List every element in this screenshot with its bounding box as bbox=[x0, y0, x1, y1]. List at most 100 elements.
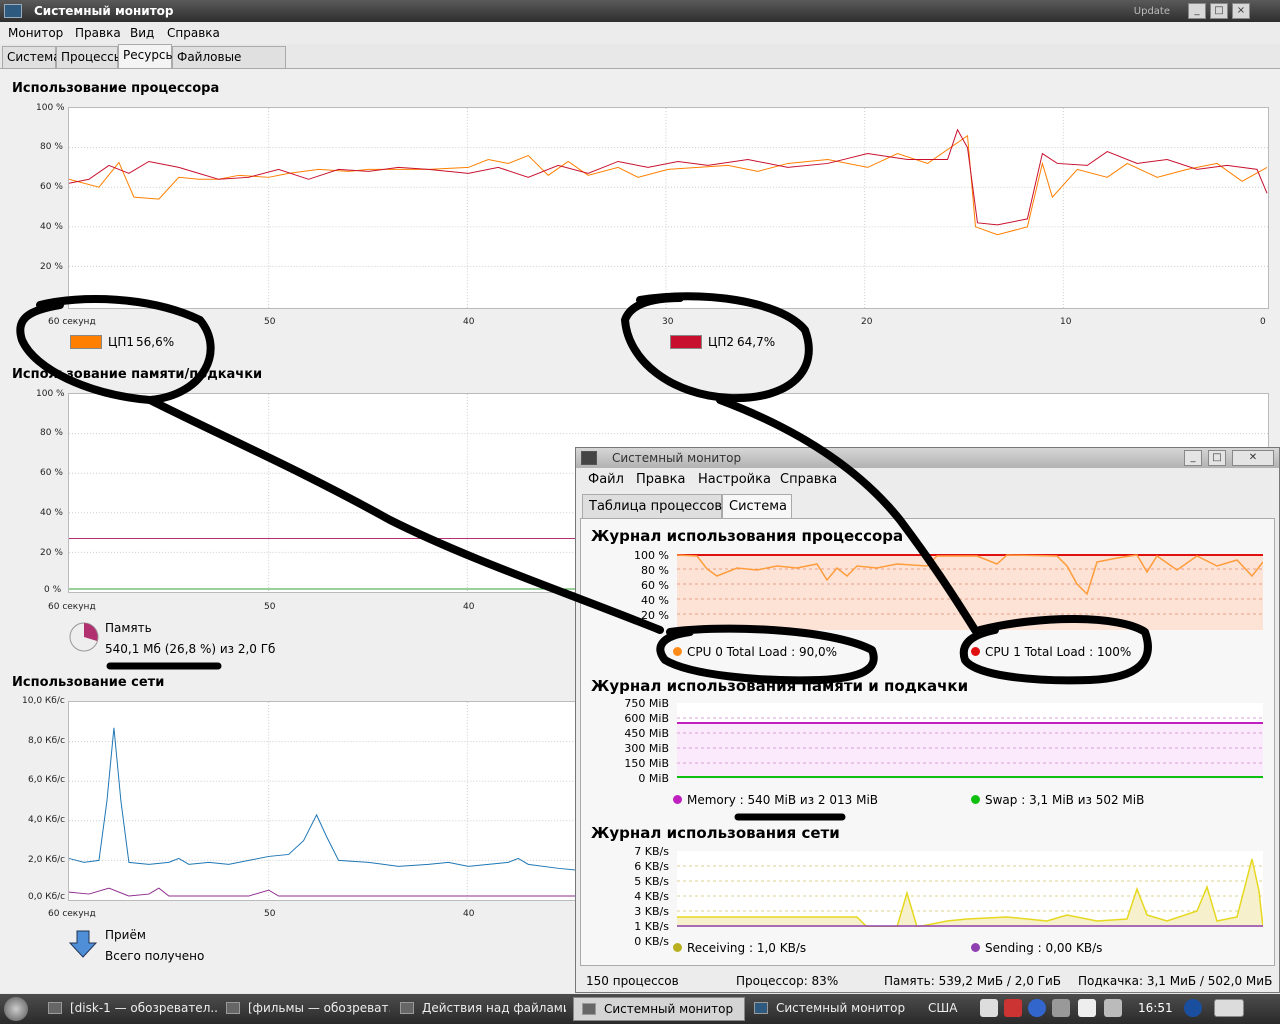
mem-x-tick: 50 bbox=[264, 602, 276, 612]
cpu-x-tick: 40 bbox=[463, 317, 475, 327]
keyboard-layout-indicator[interactable]: США bbox=[928, 997, 958, 1021]
receiving-color-dot bbox=[673, 943, 682, 952]
network-tray-icon[interactable] bbox=[1028, 999, 1046, 1017]
mem-y-tick: 80 % bbox=[40, 428, 63, 438]
window2-titlebar[interactable]: Системный монитор _ □ ✕ bbox=[576, 448, 1279, 468]
cpu-y-tick: 60 % bbox=[40, 182, 63, 192]
cpu-y-tick: 40 % bbox=[40, 222, 63, 232]
net-y-tick: 4,0 Кб/с bbox=[28, 815, 66, 825]
taskbar-button-system-monitor[interactable]: Системный монитор bbox=[754, 997, 920, 1021]
w2-net-y-tick: 3 KB/s bbox=[634, 905, 669, 918]
memory-color-dot bbox=[673, 795, 682, 804]
notes-tray-icon[interactable] bbox=[1078, 999, 1096, 1017]
memory-pie-icon[interactable] bbox=[68, 621, 100, 653]
w2-mem-y-tick: 0 MiB bbox=[638, 772, 669, 785]
cpu1-color-swatch[interactable] bbox=[70, 335, 102, 349]
clipboard-tray-icon[interactable] bbox=[980, 999, 998, 1017]
w2-net-y-tick: 6 KB/s bbox=[634, 860, 669, 873]
tab-process-table[interactable]: Таблица процессов bbox=[582, 494, 722, 518]
mem-x-tick: 40 bbox=[463, 602, 475, 612]
network-section-title: Использование сети bbox=[12, 675, 165, 690]
window2-system-panel: Журнал использования процессора 100 % 80… bbox=[580, 518, 1275, 966]
taskbar-button-file-operations[interactable]: Действия над файлами bbox=[400, 997, 566, 1021]
cpu-x-tick: 10 bbox=[1060, 317, 1072, 327]
menu-edit-2[interactable]: Правка bbox=[636, 472, 685, 487]
tab-resources[interactable]: Ресурсы bbox=[118, 44, 175, 68]
taskbar-button-system-monitor-active[interactable]: Системный монитор bbox=[573, 997, 745, 1021]
menu-help[interactable]: Справка bbox=[167, 26, 220, 40]
mem-y-tick: 20 % bbox=[40, 548, 63, 558]
system-monitor-window-2: Системный монитор _ □ ✕ Файл Правка Наст… bbox=[575, 447, 1280, 993]
w2-mem-y-tick: 150 MiB bbox=[624, 757, 669, 770]
monitor-icon bbox=[582, 1003, 596, 1015]
w2-cpu-y-tick: 20 % bbox=[641, 609, 669, 622]
w2-cpu-y-tick: 80 % bbox=[641, 564, 669, 577]
window2-maximize-button[interactable]: □ bbox=[1208, 450, 1226, 466]
cpu-x-tick: 30 bbox=[662, 317, 674, 327]
receive-arrow-icon bbox=[68, 930, 98, 958]
w2-net-y-tick: 4 KB/s bbox=[634, 890, 669, 903]
net-y-tick: 10,0 Кб/с bbox=[22, 696, 65, 706]
memory-history-title: Журнал использования памяти и подкачки bbox=[591, 677, 969, 695]
cpu-x-tick: 0 bbox=[1260, 317, 1266, 327]
tab-filesystems[interactable]: Файловые системы bbox=[172, 46, 286, 78]
tab-system-2[interactable]: Система bbox=[722, 494, 792, 518]
cpu-y-tick: 20 % bbox=[40, 262, 63, 272]
w2-mem-y-tick: 600 MiB bbox=[624, 712, 669, 725]
total-received-label: Всего получено bbox=[105, 949, 205, 963]
w2-memory-history-graph bbox=[677, 703, 1263, 779]
taskbar-button-films[interactable]: [фильмы — обозреват... bbox=[226, 997, 390, 1021]
maximize-button[interactable]: □ bbox=[1210, 3, 1228, 19]
cpu-x-tick: 50 bbox=[264, 317, 276, 327]
mem-y-tick: 100 % bbox=[36, 389, 65, 399]
memory-section-title: Использование памяти/подкачки bbox=[12, 367, 263, 382]
w2-net-y-tick: 5 KB/s bbox=[634, 875, 669, 888]
start-menu-button[interactable] bbox=[4, 997, 28, 1021]
globe-tray-icon[interactable] bbox=[1184, 999, 1202, 1017]
cpu1-legend-value: 56,6% bbox=[136, 335, 175, 349]
update-widget-label: Update bbox=[1133, 6, 1170, 17]
net-y-tick: 2,0 Кб/с bbox=[28, 855, 66, 865]
tab-processes[interactable]: Процессы bbox=[56, 46, 123, 68]
monitor-icon bbox=[581, 451, 597, 465]
sending-legend: Sending : 0,00 KB/s bbox=[971, 941, 1102, 955]
clock[interactable]: 16:51 bbox=[1138, 997, 1178, 1021]
cpu-history-graph bbox=[68, 107, 1269, 309]
calendar-tray-icon[interactable] bbox=[1004, 999, 1022, 1017]
w2-mem-y-tick: 450 MiB bbox=[624, 727, 669, 740]
net-y-tick: 8,0 Кб/с bbox=[28, 736, 66, 746]
cpu0-color-dot bbox=[673, 647, 682, 656]
minimize-button[interactable]: _ bbox=[1188, 3, 1206, 19]
volume-icon[interactable] bbox=[1104, 999, 1122, 1017]
main-window-titlebar[interactable]: Системный монитор Update _ □ × bbox=[0, 0, 1280, 22]
mem-y-tick: 40 % bbox=[40, 508, 63, 518]
taskbar-button-disk1[interactable]: [disk-1 — обозревател... bbox=[48, 997, 218, 1021]
status-swap: Подкачка: 3,1 МиБ / 502,0 МиБ bbox=[1078, 974, 1273, 988]
tab-system[interactable]: Система bbox=[2, 46, 61, 68]
net-x-tick: 40 bbox=[463, 909, 475, 919]
menu-settings[interactable]: Настройка bbox=[698, 472, 771, 487]
window2-title: Системный монитор bbox=[612, 451, 742, 465]
taskbar: [disk-1 — обозревател... [фильмы — обозр… bbox=[0, 994, 1280, 1024]
mem-y-tick: 60 % bbox=[40, 468, 63, 478]
window2-close-button[interactable]: ✕ bbox=[1232, 450, 1274, 466]
cpu-section-title: Использование процессора bbox=[12, 81, 220, 96]
menu-help-2[interactable]: Справка bbox=[780, 472, 837, 487]
net-x-tick: 60 секунд bbox=[48, 909, 96, 919]
window2-menubar: Файл Правка Настройка Справка bbox=[576, 468, 1279, 490]
display-tray-icon[interactable] bbox=[1052, 999, 1070, 1017]
cpu1-legend: CPU 1 Total Load : 100% bbox=[971, 645, 1131, 659]
main-tabbar: Система Процессы Ресурсы Файловые систем… bbox=[0, 44, 1280, 78]
cpu2-color-swatch[interactable] bbox=[670, 335, 702, 349]
window2-minimize-button[interactable]: _ bbox=[1184, 450, 1202, 466]
menu-edit[interactable]: Правка bbox=[75, 26, 121, 40]
cpu0-legend: CPU 0 Total Load : 90,0% bbox=[673, 645, 837, 659]
desktop-pager-icon[interactable] bbox=[1214, 999, 1244, 1017]
close-button[interactable]: × bbox=[1232, 3, 1250, 19]
menu-view[interactable]: Вид bbox=[130, 26, 154, 40]
menu-file[interactable]: Файл bbox=[588, 472, 624, 487]
menu-monitor[interactable]: Монитор bbox=[8, 26, 63, 40]
w2-cpu-y-tick: 40 % bbox=[641, 594, 669, 607]
cpu-history-title: Журнал использования процессора bbox=[591, 527, 904, 545]
status-memory: Память: 539,2 МиБ / 2,0 ГиБ bbox=[884, 974, 1062, 988]
